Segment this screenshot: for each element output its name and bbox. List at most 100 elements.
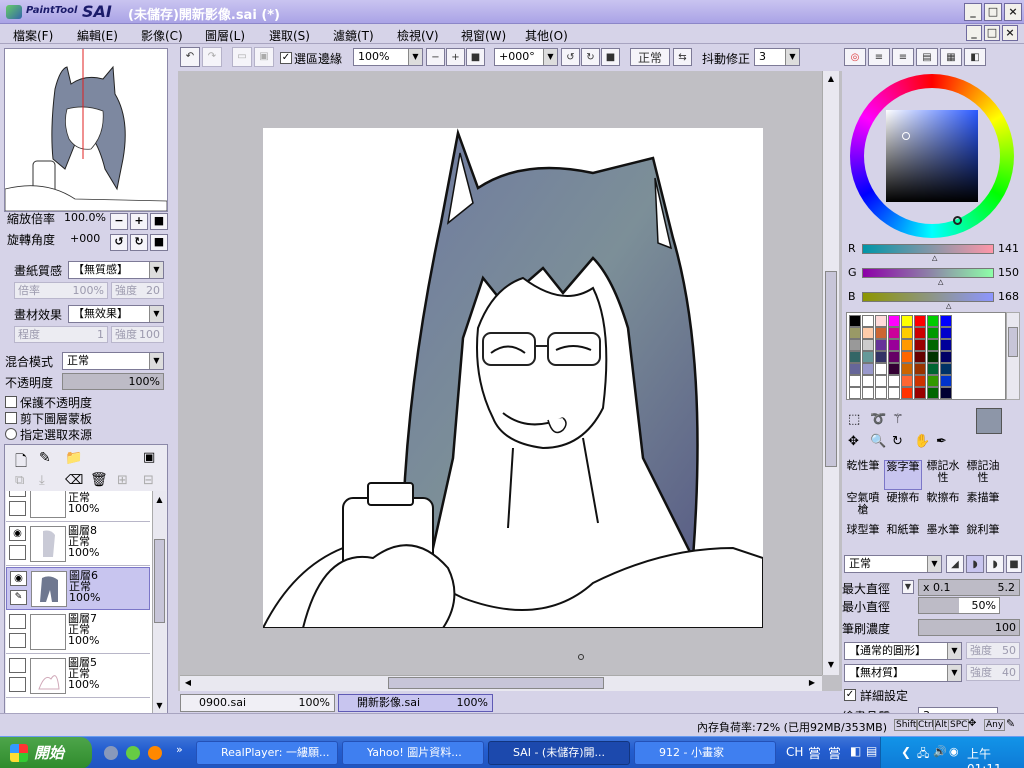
color-swatch[interactable] xyxy=(888,387,900,399)
canvas-vscroll[interactable]: ▲ ▼ xyxy=(822,71,839,675)
brush-preset[interactable]: 乾性筆 xyxy=(844,460,882,490)
doc-restore-button[interactable]: □ xyxy=(984,25,1000,41)
close-button[interactable]: × xyxy=(1004,3,1022,21)
quicklaunch-icon[interactable] xyxy=(126,746,140,760)
flip-icon[interactable]: ⇆ xyxy=(673,48,692,66)
blend-mode-button[interactable]: 正常 xyxy=(630,48,670,66)
color-swatch[interactable] xyxy=(927,363,939,375)
ime-mode-icon[interactable]: 嘗 xyxy=(828,743,841,762)
color-swatch[interactable] xyxy=(862,387,874,399)
color-swatch[interactable] xyxy=(888,363,900,375)
r-slider[interactable] xyxy=(862,244,994,254)
brush-blend-select[interactable]: 正常 ▼ xyxy=(844,555,942,573)
ime-menu-icon[interactable]: ▤ xyxy=(866,744,877,758)
brush-shape-round-icon[interactable]: ◗ xyxy=(966,555,984,573)
tray-app-icon[interactable]: ◉ xyxy=(949,745,959,758)
taskbar-item[interactable]: 912 - 小畫家 xyxy=(634,741,776,765)
eye-icon[interactable]: ◉ xyxy=(10,571,27,586)
selection-source-radio[interactable] xyxy=(5,428,17,440)
hue-picker-marker[interactable] xyxy=(953,216,962,225)
drawing-canvas[interactable] xyxy=(261,128,764,629)
color-wheel-tab-icon[interactable]: ◎ xyxy=(844,48,866,66)
rotation-select[interactable]: +000° ▼ xyxy=(494,48,558,66)
firefox-icon[interactable] xyxy=(148,746,162,760)
color-swatch[interactable] xyxy=(927,327,939,339)
layer-blend-select[interactable]: 正常 ▼ xyxy=(62,352,164,370)
scroll-up-icon[interactable]: ▲ xyxy=(825,73,837,85)
color-swatch[interactable] xyxy=(940,387,952,399)
visibility-toggle[interactable] xyxy=(9,491,26,497)
color-swatch[interactable] xyxy=(927,387,939,399)
palette-scroll-thumb[interactable] xyxy=(1008,327,1018,357)
color-swatch[interactable] xyxy=(862,339,874,351)
color-swatch[interactable] xyxy=(888,327,900,339)
rotate-ccw-button[interactable]: ↺ xyxy=(561,48,580,66)
color-swatch[interactable] xyxy=(862,351,874,363)
navigator-preview[interactable] xyxy=(4,48,168,212)
menu-select[interactable]: 選取(S) xyxy=(269,27,310,44)
trash-icon[interactable]: 🗑 xyxy=(90,472,108,488)
apply-mask-icon[interactable]: ⊞ xyxy=(117,473,128,488)
min-size-slider[interactable]: 50% xyxy=(918,597,1000,614)
mixer-tab-icon[interactable]: ▤ xyxy=(916,48,938,66)
color-swatch[interactable] xyxy=(914,351,926,363)
brush-shape-soft-icon[interactable]: ◗ xyxy=(986,555,1004,573)
color-swatch[interactable] xyxy=(927,375,939,387)
swatches-tab-icon[interactable]: ▦ xyxy=(940,48,962,66)
layer-item[interactable]: ◉ 圖層8 正常 100% xyxy=(6,523,150,566)
layer-lock-toggle[interactable] xyxy=(9,501,26,516)
color-swatch[interactable] xyxy=(849,387,861,399)
menu-window[interactable]: 視窗(W) xyxy=(461,27,506,44)
visibility-toggle[interactable] xyxy=(9,614,26,629)
color-swatch[interactable] xyxy=(901,339,913,351)
color-swatch[interactable] xyxy=(940,363,952,375)
shape-strength-field[interactable]: 強度 50 xyxy=(966,642,1020,659)
color-swatch[interactable] xyxy=(875,315,887,327)
move-icon[interactable]: ✥ xyxy=(848,434,859,449)
density-slider[interactable]: 100 xyxy=(918,619,1020,636)
color-swatch[interactable] xyxy=(914,387,926,399)
color-swatch[interactable] xyxy=(875,327,887,339)
chevron-icon[interactable]: » xyxy=(176,743,183,756)
paper-texture-select[interactable]: 【無質感】 ▼ xyxy=(68,261,164,279)
document-tab[interactable]: 0900.sai 100% xyxy=(180,694,335,712)
layer-item[interactable]: 圖層7 正常 100% xyxy=(6,611,150,654)
stabilizer-select[interactable]: 3 ▼ xyxy=(754,48,800,66)
layer-item[interactable]: 圖層5 正常 100% xyxy=(6,655,150,698)
color-swatch[interactable] xyxy=(940,351,952,363)
color-swatch[interactable] xyxy=(849,315,861,327)
scratchpad-tab-icon[interactable]: ◧ xyxy=(964,48,986,66)
color-swatch[interactable] xyxy=(901,387,913,399)
b-slider-handle[interactable]: △ xyxy=(946,302,951,310)
nav-rotate-ccw-button[interactable]: ↺ xyxy=(110,234,128,251)
color-wheel[interactable] xyxy=(850,74,1014,238)
zoom-select[interactable]: 100% ▼ xyxy=(353,48,423,66)
undo-icon[interactable]: ↶ xyxy=(180,47,200,67)
quicklaunch-icon[interactable] xyxy=(104,746,118,760)
rotate-tool-icon[interactable]: ↻ xyxy=(892,434,903,449)
palette-scrollbar[interactable] xyxy=(1006,312,1020,400)
magic-wand-icon[interactable]: ⚚ xyxy=(892,412,904,427)
brush-shape-flat-icon[interactable]: ◢ xyxy=(946,555,964,573)
brush-preset[interactable]: 標記油性 xyxy=(964,460,1002,490)
taskbar-item[interactable]: Yahoo! 圖片資料... xyxy=(342,741,484,765)
zoom-reset-button[interactable]: ■ xyxy=(466,48,485,66)
language-indicator[interactable]: CH xyxy=(786,745,803,759)
layer-scroll-thumb[interactable] xyxy=(154,539,165,623)
color-swatch[interactable] xyxy=(849,363,861,375)
flatten-icon[interactable]: ⊟ xyxy=(143,473,154,488)
color-swatch[interactable] xyxy=(862,315,874,327)
invert-selection-icon[interactable]: ▣ xyxy=(254,47,274,67)
color-swatch[interactable] xyxy=(914,327,926,339)
detail-settings-checkbox[interactable]: ✓ xyxy=(844,689,856,701)
color-swatch[interactable] xyxy=(940,339,952,351)
color-swatch-grid[interactable] xyxy=(846,312,1006,400)
color-swatch[interactable] xyxy=(888,375,900,387)
scroll-left-icon[interactable]: ◀ xyxy=(182,677,194,689)
g-slider-handle[interactable]: △ xyxy=(938,278,943,286)
brush-preset[interactable]: 軟擦布 xyxy=(924,492,962,522)
color-swatch[interactable] xyxy=(849,351,861,363)
vscroll-thumb[interactable] xyxy=(825,271,837,467)
hscroll-thumb[interactable] xyxy=(388,677,604,689)
eye-icon[interactable]: ◉ xyxy=(9,526,26,541)
